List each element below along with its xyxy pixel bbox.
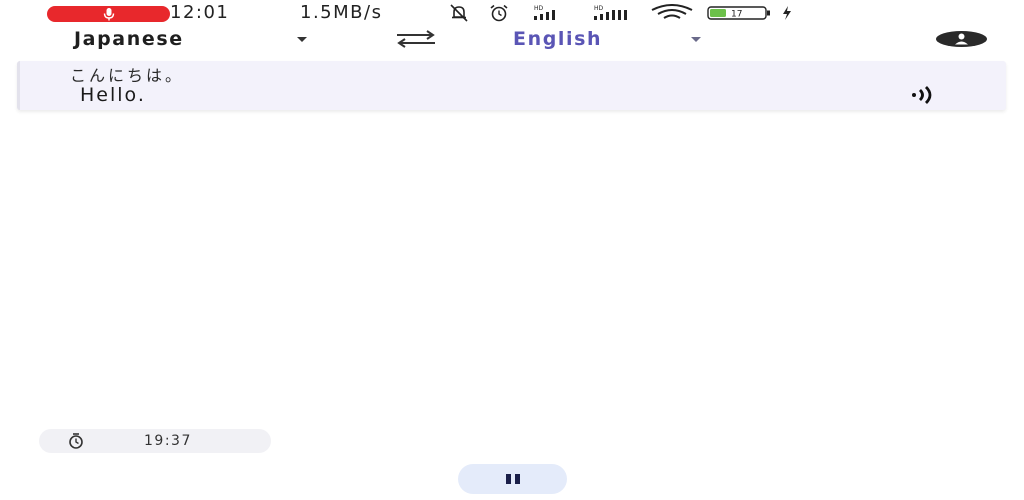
battery-level: 17 xyxy=(731,10,742,20)
chevron-down-icon[interactable] xyxy=(691,37,701,42)
timer-icon xyxy=(69,433,83,449)
status-time: 12:01 xyxy=(170,2,230,23)
source-language-selector[interactable]: Japanese xyxy=(74,26,184,52)
target-language-label: English xyxy=(513,28,603,50)
wifi-icon xyxy=(651,4,693,19)
muted-bell-icon xyxy=(450,4,468,22)
transcript-card: こんにちは。 Hello. xyxy=(17,61,1006,110)
battery-icon: 17 xyxy=(707,6,770,20)
translate-screen: 12:01 1.5MB/s HD HD 17 Japanese English … xyxy=(0,0,1024,500)
alarm-icon xyxy=(490,4,508,22)
recording-indicator[interactable] xyxy=(47,6,170,22)
source-language-label: Japanese xyxy=(74,28,184,50)
pause-icon xyxy=(505,474,520,484)
account-icon[interactable] xyxy=(935,30,988,48)
charging-icon xyxy=(783,6,791,20)
speaker-icon[interactable] xyxy=(910,85,950,105)
status-bar: 12:01 1.5MB/s HD HD 17 xyxy=(0,0,1024,26)
svg-text:HD: HD xyxy=(594,5,604,12)
network-speed: 1.5MB/s xyxy=(300,2,383,23)
svg-text:HD: HD xyxy=(534,5,544,12)
elapsed-time: 19:37 xyxy=(144,433,192,449)
chevron-down-icon[interactable] xyxy=(297,37,307,42)
pause-button[interactable] xyxy=(458,464,567,494)
cell-signal-icon: HD xyxy=(594,5,627,20)
target-language-selector[interactable]: English xyxy=(513,26,602,52)
microphone-icon xyxy=(103,8,114,21)
elapsed-timer: 19:37 xyxy=(39,429,271,453)
language-bar: Japanese English xyxy=(0,26,1024,56)
swap-arrows-icon[interactable] xyxy=(393,30,439,48)
translated-text: Hello. xyxy=(80,84,146,106)
cell-signal-icon: HD xyxy=(534,5,555,20)
